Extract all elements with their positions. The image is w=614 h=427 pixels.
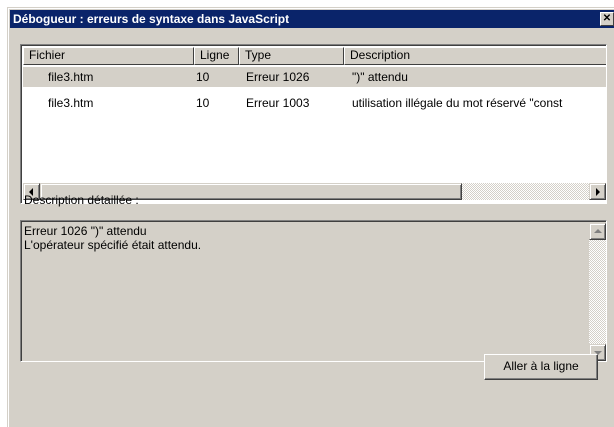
window-title: Débogueur : erreurs de syntaxe dans Java… (13, 12, 290, 26)
close-button[interactable]: ✕ (600, 12, 614, 26)
column-header-description[interactable]: Description (344, 47, 606, 65)
scroll-right-button[interactable] (589, 183, 606, 200)
detail-textbox[interactable]: Erreur 1026 ")" attendu L'opérateur spéc… (20, 220, 607, 362)
title-bar[interactable]: Débogueur : erreurs de syntaxe dans Java… (10, 10, 614, 28)
errors-list[interactable]: Fichier Ligne Type Description file3.htm… (20, 44, 607, 204)
cell-description: ")" attendu (352, 70, 408, 84)
cell-line: 10 (196, 70, 210, 84)
goto-line-button[interactable]: Aller à la ligne (484, 354, 598, 380)
cell-file: file3.htm (48, 70, 94, 84)
cell-file: file3.htm (48, 96, 94, 110)
close-icon: ✕ (602, 13, 612, 24)
column-header-type[interactable]: Type (239, 47, 344, 65)
detail-text: Erreur 1026 ")" attendu L'opérateur spéc… (24, 224, 202, 252)
table-row[interactable]: file3.htm 10 Erreur 1026 ")" attendu (23, 67, 606, 87)
list-header: Fichier Ligne Type Description (23, 47, 606, 65)
arrow-up-icon (594, 229, 602, 233)
cell-line: 10 (196, 96, 210, 110)
cell-description: utilisation illégale du mot réservé "con… (352, 96, 563, 110)
column-header-file[interactable]: Fichier (23, 47, 194, 65)
cell-type: Erreur 1026 (246, 70, 310, 84)
column-header-line[interactable]: Ligne (194, 47, 239, 65)
cell-type: Erreur 1003 (246, 96, 310, 110)
detail-label: Description détaillée : (24, 193, 139, 207)
vertical-scrollbar[interactable] (589, 223, 606, 361)
table-row[interactable]: file3.htm 10 Erreur 1003 utilisation ill… (23, 93, 606, 113)
scroll-up-button[interactable] (589, 223, 606, 240)
arrow-right-icon (596, 188, 600, 196)
